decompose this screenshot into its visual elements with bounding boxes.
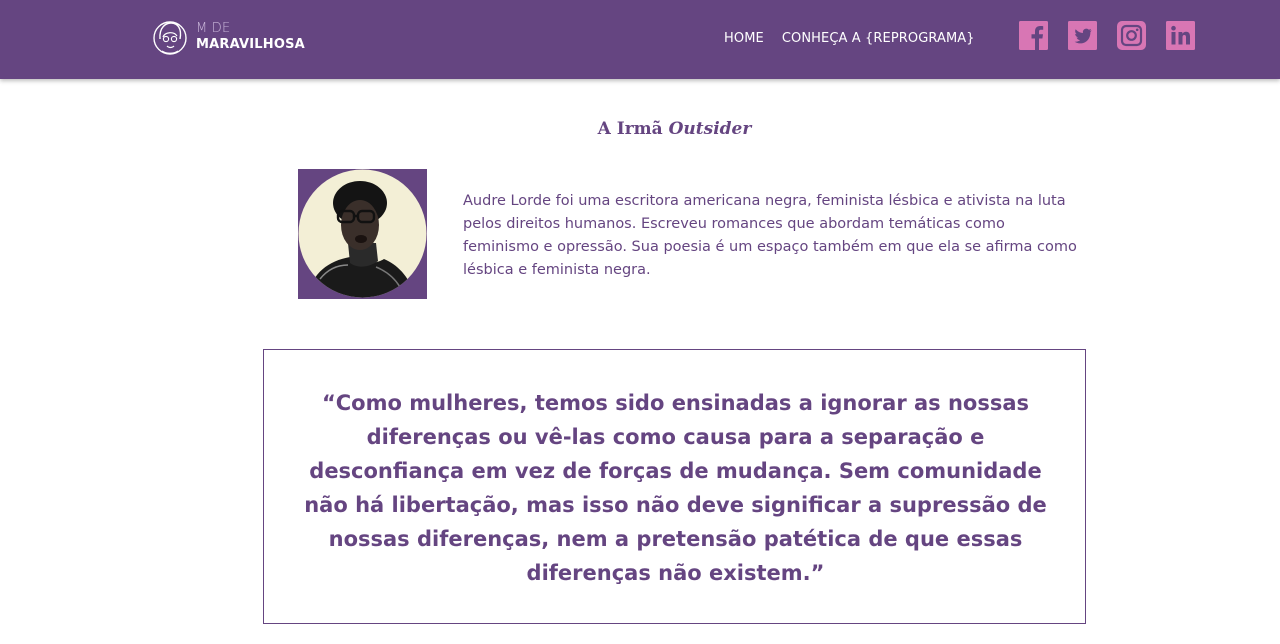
logo-text-top: M DE bbox=[196, 21, 231, 36]
bio-text: Audre Lorde foi uma escritora americana … bbox=[463, 193, 1077, 278]
woman-face-logo-icon bbox=[153, 21, 187, 55]
instagram-icon bbox=[1117, 21, 1146, 50]
facebook-link[interactable] bbox=[1019, 21, 1048, 50]
logo-link[interactable]: M DE MARAVILHOSA bbox=[152, 17, 322, 59]
nav-link-reprograma[interactable]: CONHEÇA A {REPROGRAMA} bbox=[782, 31, 975, 46]
instagram-link[interactable] bbox=[1117, 21, 1146, 50]
linkedin-icon bbox=[1166, 21, 1195, 50]
profile-title-emphasis: Outsider bbox=[668, 119, 752, 139]
linkedin-link[interactable] bbox=[1166, 21, 1195, 50]
twitter-icon bbox=[1068, 21, 1097, 50]
portrait-illustration bbox=[298, 169, 427, 298]
nav-link-home[interactable]: HOME bbox=[724, 31, 764, 46]
social-links bbox=[1019, 21, 1195, 50]
main-nav: HOME CONHEÇA A {REPROGRAMA} bbox=[724, 31, 975, 46]
facebook-icon bbox=[1019, 21, 1048, 50]
quote-box: “Como mulheres, temos sido ensinadas a i… bbox=[263, 349, 1086, 624]
quote-text: “Como mulheres, temos sido ensinadas a i… bbox=[304, 391, 1047, 585]
profile-title-prefix: A Irmã bbox=[597, 119, 663, 139]
logo-text-bottom: MARAVILHOSA bbox=[196, 37, 305, 52]
navbar: M DE MARAVILHOSA HOME CONHEÇA A {REPROGR… bbox=[0, 0, 1280, 79]
portrait-photo bbox=[298, 169, 427, 299]
profile-title: A Irmã Outsider bbox=[0, 119, 1280, 139]
twitter-link[interactable] bbox=[1068, 21, 1097, 50]
